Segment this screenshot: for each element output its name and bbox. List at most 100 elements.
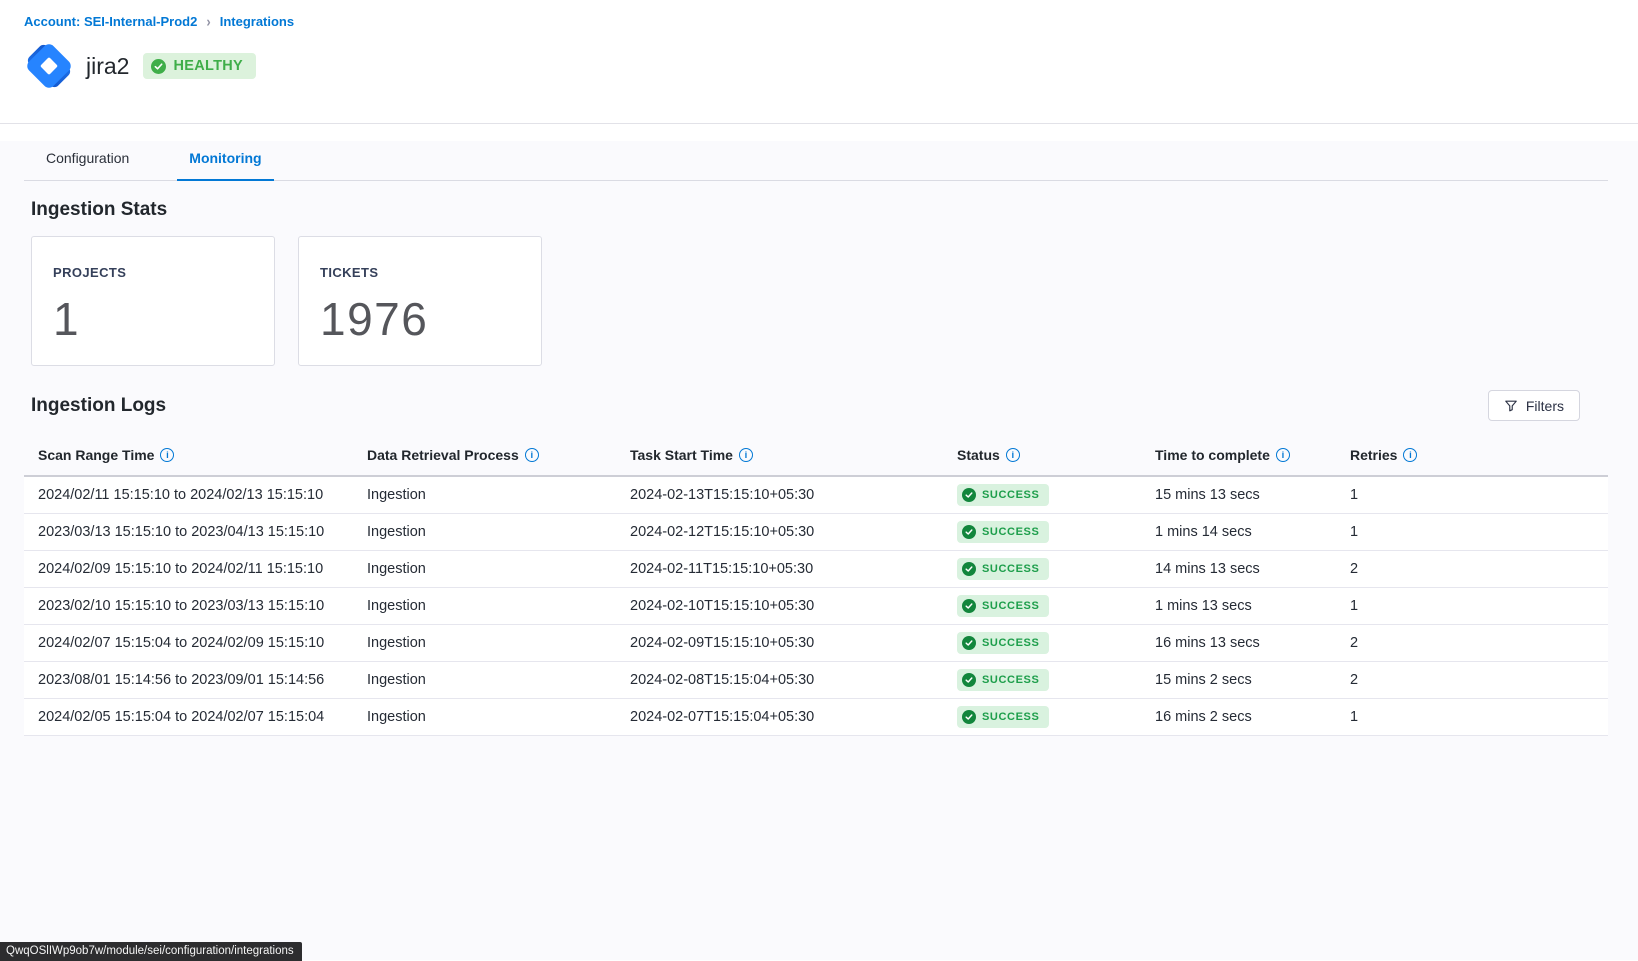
projects-label: PROJECTS xyxy=(53,265,274,280)
cell-task-start-time: 2024-02-09T15:15:10+05:30 xyxy=(616,635,943,651)
breadcrumb-account-link[interactable]: Account: SEI-Internal-Prod2 xyxy=(24,14,197,29)
cell-task-start-time: 2024-02-12T15:15:10+05:30 xyxy=(616,524,943,540)
cell-time-to-complete: 14 mins 13 secs xyxy=(1141,561,1336,577)
cell-scan-range-time: 2024/02/07 15:15:04 to 2024/02/09 15:15:… xyxy=(24,635,353,651)
cell-scan-range-time: 2023/02/10 15:15:10 to 2023/03/13 15:15:… xyxy=(24,598,353,614)
ingestion-logs-header: Ingestion Logs Filters xyxy=(31,390,1580,421)
cell-retries: 1 xyxy=(1336,709,1608,725)
status-badge: SUCCESS xyxy=(957,632,1049,654)
ingestion-stats-cards: PROJECTS 1 TICKETS 1976 xyxy=(31,236,1638,366)
success-check-icon xyxy=(962,599,976,613)
tickets-value: 1976 xyxy=(320,292,541,346)
breadcrumb-chevron-icon: › xyxy=(206,13,210,30)
cell-time-to-complete: 15 mins 13 secs xyxy=(1141,487,1336,503)
cell-time-to-complete: 16 mins 13 secs xyxy=(1141,635,1336,651)
status-label: SUCCESS xyxy=(982,711,1039,723)
table-row: 2024/02/09 15:15:10 to 2024/02/11 15:15:… xyxy=(24,551,1608,588)
cell-retries: 2 xyxy=(1336,561,1608,577)
status-badge: SUCCESS xyxy=(957,521,1049,543)
cell-scan-range-time: 2024/02/11 15:15:10 to 2024/02/13 15:15:… xyxy=(24,487,353,503)
integration-title-row: jira2 HEALTHY xyxy=(24,37,1614,95)
status-label: SUCCESS xyxy=(982,563,1039,575)
status-badge: SUCCESS xyxy=(957,595,1049,617)
cell-data-retrieval-process: Ingestion xyxy=(353,487,616,503)
tickets-label: TICKETS xyxy=(320,265,541,280)
status-label: SUCCESS xyxy=(982,526,1039,538)
header-spacer xyxy=(0,124,1638,141)
col-scan-range-time: Scan Range Timei xyxy=(24,447,353,463)
breadcrumb: Account: SEI-Internal-Prod2 › Integratio… xyxy=(24,14,1614,29)
cell-status: SUCCESS xyxy=(943,632,1141,654)
info-icon[interactable]: i xyxy=(1006,448,1020,462)
col-task-start-time: Task Start Timei xyxy=(616,447,943,463)
cell-time-to-complete: 16 mins 2 secs xyxy=(1141,709,1336,725)
cell-scan-range-time: 2023/08/01 15:14:56 to 2023/09/01 15:14:… xyxy=(24,672,353,688)
filters-button[interactable]: Filters xyxy=(1488,390,1580,421)
success-check-icon xyxy=(962,636,976,650)
integration-title: jira2 xyxy=(86,53,129,80)
info-icon[interactable]: i xyxy=(739,448,753,462)
status-badge: SUCCESS xyxy=(957,706,1049,728)
table-header-row: Scan Range Timei Data Retrieval Processi… xyxy=(24,435,1608,477)
health-status-label: HEALTHY xyxy=(173,58,243,74)
cell-retries: 1 xyxy=(1336,524,1608,540)
col-data-retrieval-process: Data Retrieval Processi xyxy=(353,447,616,463)
health-status-badge: HEALTHY xyxy=(143,53,256,79)
info-icon[interactable]: i xyxy=(525,448,539,462)
cell-data-retrieval-process: Ingestion xyxy=(353,524,616,540)
cell-status: SUCCESS xyxy=(943,484,1141,506)
tickets-stat-card: TICKETS 1976 xyxy=(298,236,542,366)
status-badge: SUCCESS xyxy=(957,484,1049,506)
table-row: 2023/03/13 15:15:10 to 2023/04/13 15:15:… xyxy=(24,514,1608,551)
success-check-icon xyxy=(962,673,976,687)
cell-status: SUCCESS xyxy=(943,595,1141,617)
cell-task-start-time: 2024-02-10T15:15:10+05:30 xyxy=(616,598,943,614)
status-badge: SUCCESS xyxy=(957,669,1049,691)
col-status: Statusi xyxy=(943,447,1141,463)
cell-retries: 1 xyxy=(1336,487,1608,503)
table-row: 2023/08/01 15:14:56 to 2023/09/01 15:14:… xyxy=(24,662,1608,699)
table-row: 2024/02/11 15:15:10 to 2024/02/13 15:15:… xyxy=(24,477,1608,514)
tab-monitoring[interactable]: Monitoring xyxy=(177,141,273,180)
cell-time-to-complete: 15 mins 2 secs xyxy=(1141,672,1336,688)
monitoring-panel: Configuration Monitoring Ingestion Stats… xyxy=(0,141,1638,960)
cell-data-retrieval-process: Ingestion xyxy=(353,709,616,725)
cell-retries: 2 xyxy=(1336,635,1608,651)
table-row: 2024/02/07 15:15:04 to 2024/02/09 15:15:… xyxy=(24,625,1608,662)
tab-bar: Configuration Monitoring xyxy=(24,141,1608,181)
table-row: 2024/02/05 15:15:04 to 2024/02/07 15:15:… xyxy=(24,699,1608,736)
cell-task-start-time: 2024-02-11T15:15:10+05:30 xyxy=(616,561,943,577)
cell-time-to-complete: 1 mins 14 secs xyxy=(1141,524,1336,540)
status-label: SUCCESS xyxy=(982,674,1039,686)
cell-data-retrieval-process: Ingestion xyxy=(353,635,616,651)
table-body: 2024/02/11 15:15:10 to 2024/02/13 15:15:… xyxy=(24,477,1608,736)
cell-status: SUCCESS xyxy=(943,521,1141,543)
cell-scan-range-time: 2023/03/13 15:15:10 to 2023/04/13 15:15:… xyxy=(24,524,353,540)
success-check-icon xyxy=(962,710,976,724)
cell-status: SUCCESS xyxy=(943,706,1141,728)
cell-status: SUCCESS xyxy=(943,669,1141,691)
projects-stat-card: PROJECTS 1 xyxy=(31,236,275,366)
cell-retries: 2 xyxy=(1336,672,1608,688)
cell-data-retrieval-process: Ingestion xyxy=(353,598,616,614)
cell-retries: 1 xyxy=(1336,598,1608,614)
cell-data-retrieval-process: Ingestion xyxy=(353,561,616,577)
info-icon[interactable]: i xyxy=(1276,448,1290,462)
page-header: Account: SEI-Internal-Prod2 › Integratio… xyxy=(0,0,1638,124)
status-label: SUCCESS xyxy=(982,489,1039,501)
projects-value: 1 xyxy=(53,292,274,346)
breadcrumb-integrations-link[interactable]: Integrations xyxy=(220,14,294,29)
info-icon[interactable]: i xyxy=(160,448,174,462)
success-check-icon xyxy=(962,488,976,502)
jira-logo-icon xyxy=(20,37,78,95)
success-check-icon xyxy=(962,525,976,539)
info-icon[interactable]: i xyxy=(1403,448,1417,462)
filter-funnel-icon xyxy=(1504,399,1518,413)
ingestion-stats-heading: Ingestion Stats xyxy=(31,199,1638,221)
tab-configuration[interactable]: Configuration xyxy=(34,141,141,180)
cell-status: SUCCESS xyxy=(943,558,1141,580)
cell-scan-range-time: 2024/02/09 15:15:10 to 2024/02/11 15:15:… xyxy=(24,561,353,577)
col-time-to-complete: Time to completei xyxy=(1141,447,1336,463)
cell-task-start-time: 2024-02-07T15:15:04+05:30 xyxy=(616,709,943,725)
cell-scan-range-time: 2024/02/05 15:15:04 to 2024/02/07 15:15:… xyxy=(24,709,353,725)
